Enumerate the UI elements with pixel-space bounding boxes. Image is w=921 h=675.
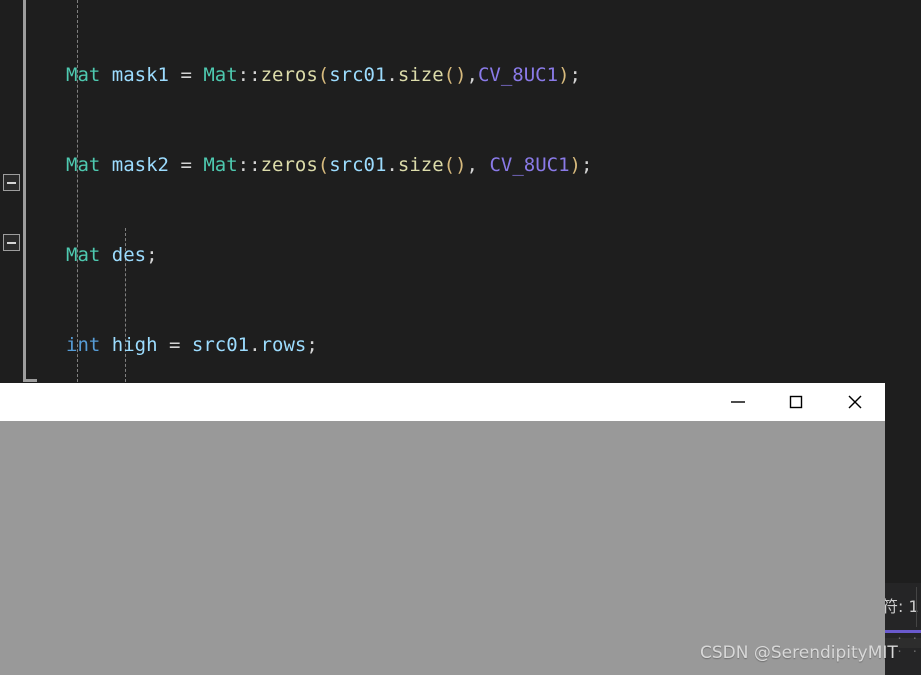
square-icon [785, 391, 807, 413]
code-line: int high = src01.rows; [66, 334, 318, 356]
clipped-side-panel-label: 符: 1 [882, 597, 919, 616]
close-icon [844, 391, 866, 413]
maximize-button[interactable] [773, 383, 819, 421]
code-line: Mat mask1 = Mat::zeros(src01.size(),CV_8… [66, 64, 581, 86]
code-line: Mat mask2 = Mat::zeros(src01.size(), CV_… [66, 154, 593, 176]
close-button[interactable] [832, 383, 878, 421]
csdn-watermark: CSDN @SerendipityMIT [700, 643, 898, 663]
code-line: Mat des; [66, 244, 158, 266]
minimize-button[interactable] [715, 383, 761, 421]
clipped-side-panel-separator [916, 587, 917, 627]
window-content-area[interactable] [0, 421, 885, 675]
screenshot-root: Mat mask1 = Mat::zeros(src01.size(),CV_8… [0, 0, 921, 675]
window-titlebar[interactable] [0, 383, 885, 421]
minus-icon [727, 391, 749, 413]
image-display-window[interactable] [0, 383, 885, 675]
